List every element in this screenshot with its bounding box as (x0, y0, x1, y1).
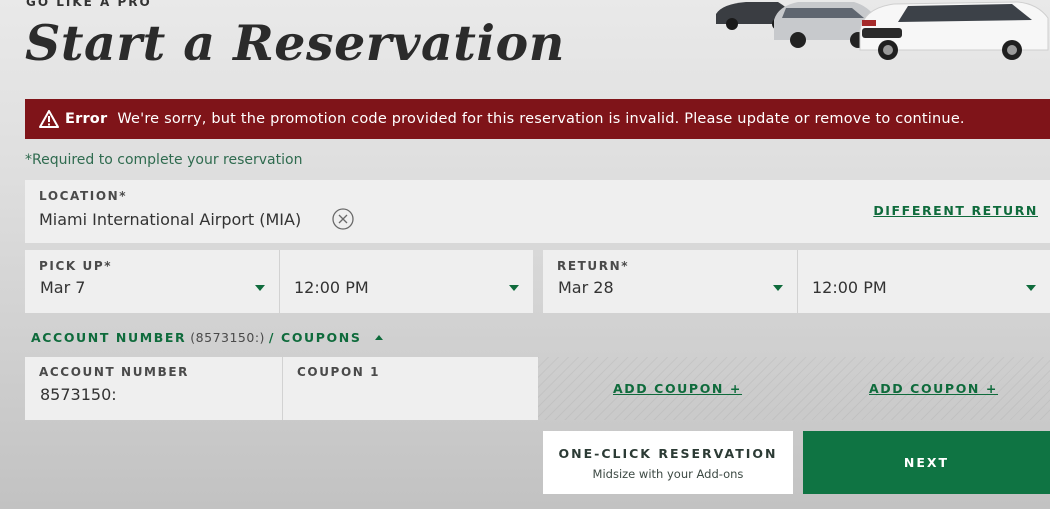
coupon-1-label: COUPON 1 (297, 365, 381, 379)
error-label: Error (65, 111, 108, 127)
hero-cars-image (716, 1, 1049, 60)
return-label: RETURN* (557, 259, 630, 273)
account-toggle-prefix: ACCOUNT NUMBER (31, 330, 187, 345)
required-note: *Required to complete your reservation (25, 152, 303, 168)
next-button[interactable]: NEXT (803, 431, 1050, 494)
chevron-down-icon (1026, 285, 1036, 291)
page-title: Start a Reservation (25, 14, 565, 72)
error-banner: Error We're sorry, but the promotion cod… (25, 99, 1050, 139)
location-value[interactable]: Miami International Airport (MIA) (39, 210, 301, 229)
pickup-date-select[interactable]: PICK UP* Mar 7 (25, 250, 279, 313)
account-coupons-toggle[interactable]: ACCOUNT NUMBER (8573150:) / COUPONS (31, 330, 384, 345)
add-coupon-link[interactable]: ADD COUPON + (869, 381, 998, 396)
close-circle-icon[interactable] (332, 208, 354, 230)
return-time-select[interactable]: 12:00 PM (798, 250, 1050, 313)
pickup-date-value: Mar 7 (40, 278, 86, 297)
pickup-time-select[interactable]: 12:00 PM (280, 250, 533, 313)
chevron-up-icon (375, 335, 384, 340)
one-click-subtitle: Midsize with your Add-ons (592, 467, 744, 481)
one-click-title: ONE-CLICK RESERVATION (558, 446, 778, 461)
add-coupon-link[interactable]: ADD COUPON + (613, 381, 742, 396)
different-return-link[interactable]: DIFFERENT RETURN (873, 203, 1038, 218)
account-number-value[interactable]: 8573150: (40, 385, 117, 404)
coupon-1-field[interactable]: COUPON 1 (283, 357, 538, 420)
account-toggle-number: (8573150:) (190, 330, 265, 345)
location-label: LOCATION* (39, 189, 128, 203)
chevron-down-icon (255, 285, 265, 291)
return-time-value: 12:00 PM (812, 278, 887, 297)
return-date-value: Mar 28 (558, 278, 614, 297)
warning-icon (39, 110, 59, 128)
pickup-time-value: 12:00 PM (294, 278, 369, 297)
eyebrow-text: GO LIKE A PRO (26, 0, 152, 9)
chevron-down-icon (773, 285, 783, 291)
error-message: We're sorry, but the promotion code prov… (117, 111, 965, 127)
chevron-down-icon (509, 285, 519, 291)
location-field[interactable]: LOCATION* Miami International Airport (M… (25, 180, 1050, 243)
pickup-label: PICK UP* (39, 259, 113, 273)
return-date-select[interactable]: RETURN* Mar 28 (543, 250, 797, 313)
account-number-field[interactable]: ACCOUNT NUMBER 8573150: (25, 357, 282, 420)
one-click-reservation-button[interactable]: ONE-CLICK RESERVATION Midsize with your … (543, 431, 793, 494)
account-number-label: ACCOUNT NUMBER (39, 365, 189, 379)
account-toggle-suffix: / COUPONS (268, 330, 362, 345)
